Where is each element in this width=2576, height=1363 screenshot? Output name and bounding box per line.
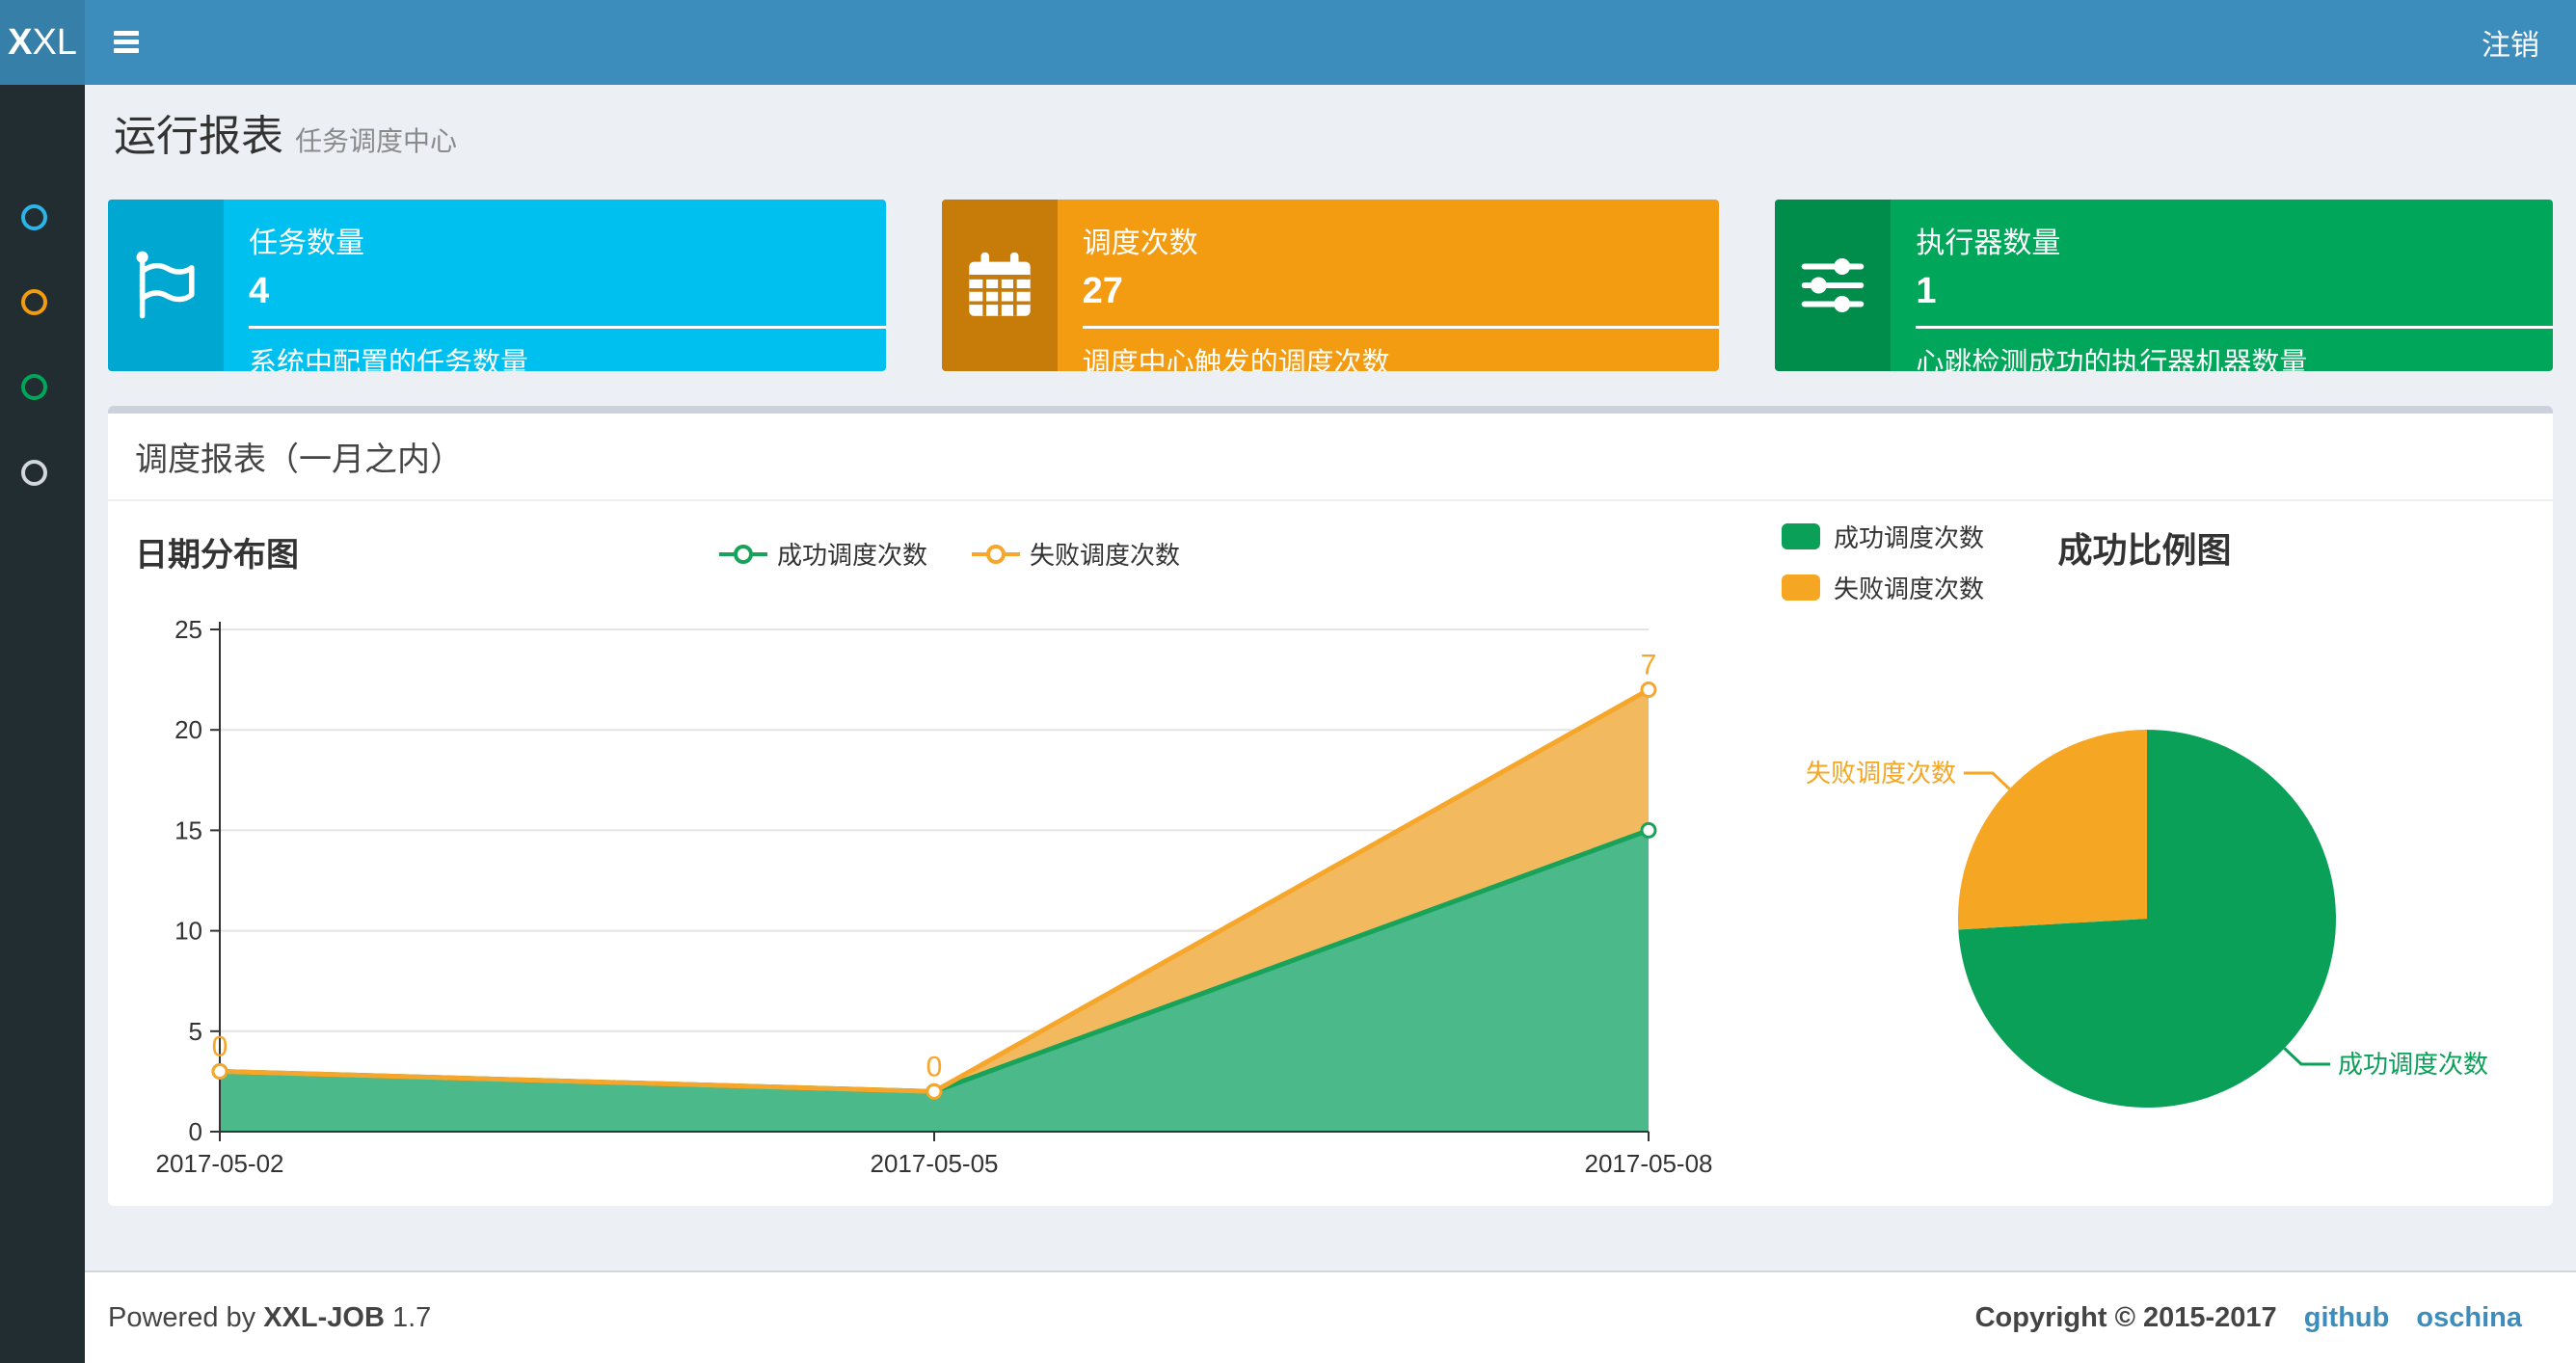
footer: Powered by XXL-JOB 1.7 Copyright © 2015-… <box>85 1270 2576 1363</box>
app-logo[interactable]: X XL <box>0 0 85 85</box>
panel-title: 调度报表（一月之内） <box>108 414 2553 501</box>
sidebar-item-3[interactable] <box>0 374 85 432</box>
logout-link[interactable]: 注销 <box>2482 0 2539 85</box>
info-box-executors[interactable]: 执行器数量 1 心跳检测成功的执行器机器数量 <box>1775 200 2554 371</box>
copyright-area: Copyright © 2015-2017 github oschina <box>1975 1302 2522 1334</box>
copyright-text: Copyright © 2015-2017 <box>1974 1301 2277 1333</box>
pie-chart-header: 成功调度次数 失败调度次数 成功比例图 <box>1764 521 2525 603</box>
info-box-value: 27 <box>1082 271 1123 311</box>
svg-text:0: 0 <box>189 1117 202 1146</box>
svg-text:0: 0 <box>212 1030 228 1062</box>
legend-item-fail[interactable]: 失败调度次数 <box>1782 570 1984 605</box>
sliders-icon <box>1775 200 1892 371</box>
line-legend-marker-icon <box>972 545 1020 564</box>
line-legend-marker-icon <box>718 545 767 564</box>
info-boxes: 任务数量 4 系统中配置的任务数量 调度次数 27 调度中心触发的调度次数 执行… <box>108 200 2554 371</box>
svg-text:2017-05-08: 2017-05-08 <box>1585 1149 1713 1178</box>
svg-text:2017-05-02: 2017-05-02 <box>156 1149 284 1178</box>
info-box-desc: 系统中配置的任务数量 <box>249 348 529 371</box>
info-box-desc: 调度中心触发的调度次数 <box>1082 348 1390 371</box>
line-chart-section: 日期分布图 成功调度次数 失败调度次数 0 5 10 15 20 25 2017-05-02… <box>135 521 1764 1187</box>
page-title-text: 运行报表 <box>114 113 283 160</box>
page-subtitle: 任务调度中心 <box>295 126 458 156</box>
svg-text:7: 7 <box>1641 650 1657 682</box>
calendar-icon <box>941 200 1058 371</box>
report-panel: 调度报表（一月之内） 日期分布图 成功调度次数 失败调度次数 0 5 10 15… <box>108 406 2553 1206</box>
legend-label: 失败调度次数 <box>1834 575 1985 603</box>
logo-text: XL <box>32 21 77 63</box>
info-box-triggers[interactable]: 调度次数 27 调度中心触发的调度次数 <box>941 200 1720 371</box>
product-name: XXL-JOB <box>263 1301 385 1333</box>
powered-prefix: Powered by <box>108 1301 256 1333</box>
svg-text:15: 15 <box>174 815 202 844</box>
info-box-label: 任务数量 <box>249 227 364 259</box>
svg-text:10: 10 <box>174 917 202 946</box>
legend-item-fail[interactable]: 失败调度次数 <box>972 536 1180 572</box>
svg-text:25: 25 <box>174 615 202 644</box>
pie-chart-section: 成功调度次数 失败调度次数 成功比例图 成功调度次数 失败调度次数 <box>1764 521 2525 1187</box>
logo-text-bold: X <box>8 21 33 63</box>
line-chart-header: 日期分布图 成功调度次数 失败调度次数 <box>135 521 1764 603</box>
pie-chart-title: 成功比例图 <box>2057 530 2232 570</box>
panel-body: 日期分布图 成功调度次数 失败调度次数 0 5 10 15 20 25 2017-05-02… <box>108 501 2553 1206</box>
info-box-label: 调度次数 <box>1082 227 1198 259</box>
page-title: 运行报表 任务调度中心 <box>114 110 2553 163</box>
line-chart: 05101520252017-05-02 2017-05-05 2017-05-08… <box>156 615 1713 1178</box>
info-box-body: 任务数量 4 系统中配置的任务数量 <box>224 200 886 371</box>
svg-text:0: 0 <box>926 1051 943 1082</box>
legend-item-success[interactable]: 成功调度次数 <box>718 536 927 572</box>
circle-o-icon <box>21 289 47 315</box>
svg-text:2017-05-05: 2017-05-05 <box>871 1149 999 1178</box>
circle-o-icon <box>21 460 47 486</box>
info-box-body: 执行器数量 1 心跳检测成功的执行器机器数量 <box>1891 200 2554 371</box>
product-version: 1.7 <box>391 1301 432 1333</box>
svg-text:失败调度次数: 失败调度次数 <box>1806 759 1956 788</box>
legend-label: 成功调度次数 <box>776 541 927 570</box>
circle-o-icon <box>21 374 47 400</box>
svg-text:20: 20 <box>174 715 202 744</box>
info-box-body: 调度次数 27 调度中心触发的调度次数 <box>1058 200 1720 371</box>
svg-text:成功调度次数: 成功调度次数 <box>2338 1050 2488 1079</box>
circle-o-icon <box>21 204 47 230</box>
powered-by: Powered by XXL-JOB 1.7 <box>108 1302 431 1334</box>
sidebar-item-4[interactable] <box>0 460 85 518</box>
pie-chart: 成功调度次数 失败调度次数 <box>1806 730 2488 1108</box>
sidebar-item-1[interactable] <box>0 204 85 262</box>
line-chart-legend: 成功调度次数 失败调度次数 <box>718 536 1180 572</box>
top-navbar: X XL 注销 <box>0 0 2576 85</box>
line-chart-title: 日期分布图 <box>135 537 299 574</box>
svg-text:5: 5 <box>189 1017 202 1046</box>
flag-icon <box>108 200 224 371</box>
oschina-link[interactable]: oschina <box>2416 1302 2522 1333</box>
github-link[interactable]: github <box>2304 1302 2390 1333</box>
info-box-value: 1 <box>1916 271 1937 311</box>
sidebar-item-2[interactable] <box>0 289 85 347</box>
info-box-label: 执行器数量 <box>1916 227 2061 259</box>
info-box-desc: 心跳检测成功的执行器机器数量 <box>1916 348 2308 371</box>
info-box-jobs[interactable]: 任务数量 4 系统中配置的任务数量 <box>108 200 886 371</box>
info-box-value: 4 <box>249 271 270 311</box>
content-area: 运行报表 任务调度中心 任务数量 4 系统中配置的任务数量 调度次数 27 调度… <box>85 85 2576 1270</box>
sidebar-toggle-icon[interactable] <box>114 31 139 57</box>
sidebar <box>0 85 85 1363</box>
pie-legend-swatch-icon <box>1782 575 1820 601</box>
legend-label: 失败调度次数 <box>1030 541 1181 570</box>
